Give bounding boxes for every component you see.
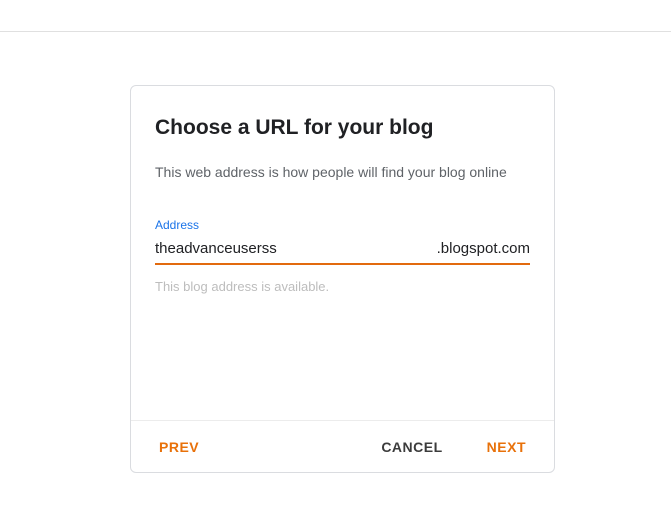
top-divider [0, 31, 671, 32]
actions-right: CANCEL NEXT [377, 431, 530, 463]
address-input-row: .blogspot.com [155, 238, 530, 265]
cancel-button[interactable]: CANCEL [377, 431, 446, 463]
dialog-actions: PREV CANCEL NEXT [131, 420, 554, 472]
prev-button[interactable]: PREV [155, 431, 203, 463]
address-input[interactable] [155, 238, 437, 259]
dialog-title: Choose a URL for your blog [155, 116, 530, 140]
availability-message: This blog address is available. [155, 279, 530, 294]
url-dialog: Choose a URL for your blog This web addr… [130, 85, 555, 473]
next-button[interactable]: NEXT [483, 431, 530, 463]
dialog-subtitle: This web address is how people will find… [155, 164, 530, 180]
dialog-content: Choose a URL for your blog This web addr… [131, 86, 554, 420]
domain-suffix: .blogspot.com [437, 240, 530, 257]
address-label: Address [155, 218, 530, 232]
